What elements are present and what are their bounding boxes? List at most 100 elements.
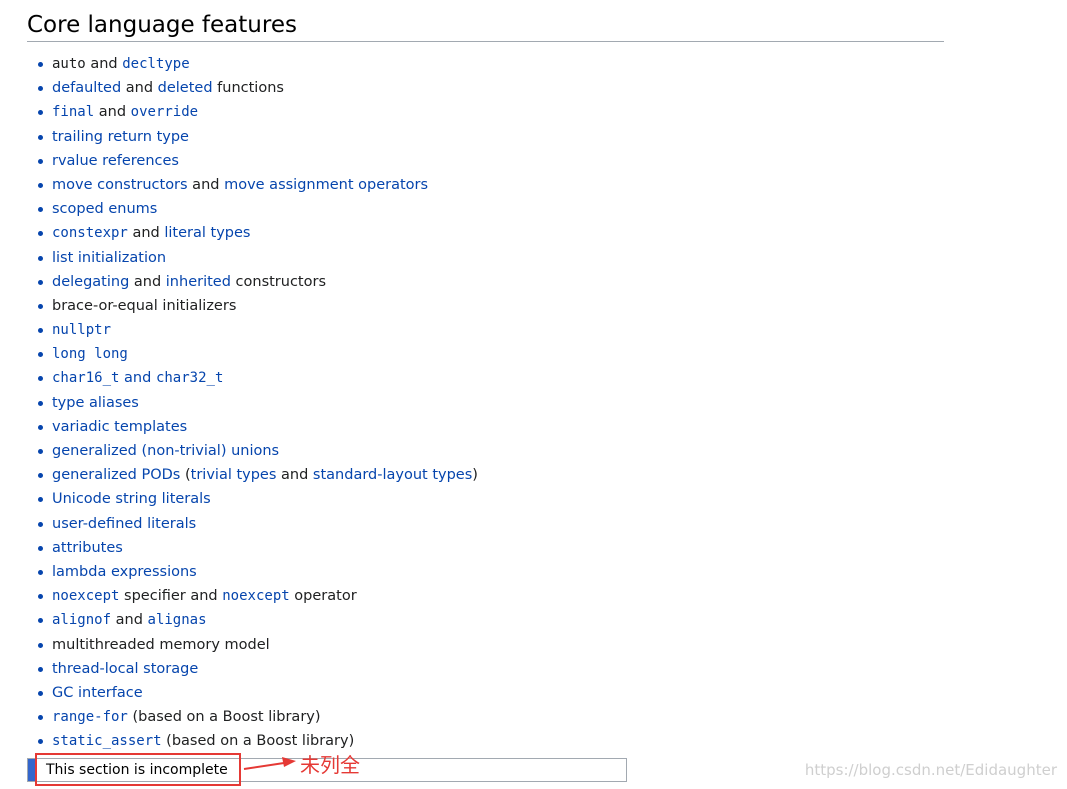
- feature-link[interactable]: list initialization: [52, 250, 166, 266]
- feature-link[interactable]: alignof: [52, 612, 111, 628]
- feature-link[interactable]: alignas: [148, 612, 207, 628]
- bullet-icon: [38, 739, 43, 745]
- feature-link[interactable]: char16_t: [52, 370, 119, 386]
- feature-link[interactable]: delegating: [52, 274, 129, 290]
- feature-item: delegating and inherited constructors: [38, 270, 478, 294]
- feature-item: long long: [38, 342, 478, 366]
- feature-link[interactable]: noexcept: [52, 588, 119, 604]
- feature-item: Unicode string literals: [38, 487, 478, 511]
- feature-item: brace-or-equal initializers: [38, 294, 478, 318]
- bullet-icon: [38, 110, 43, 116]
- feature-link[interactable]: attributes: [52, 540, 123, 556]
- feature-link[interactable]: range-for: [52, 709, 128, 725]
- watermark: https://blog.csdn.net/Edidaughter: [804, 761, 1057, 779]
- bullet-icon: [38, 545, 43, 551]
- bullet-icon: [38, 690, 43, 696]
- feature-item: generalized PODs (trivial types and stan…: [38, 463, 478, 487]
- feature-item: user-defined literals: [38, 512, 478, 536]
- bullet-icon: [38, 279, 43, 285]
- feature-item: constexpr and literal types: [38, 221, 478, 245]
- bullet-icon: [38, 62, 43, 67]
- bullet-icon: [38, 618, 43, 624]
- bullet-icon: [38, 231, 43, 237]
- feature-item: attributes: [38, 536, 478, 560]
- feature-text: and: [276, 467, 313, 484]
- feature-item: char16_t and char32_t: [38, 366, 478, 390]
- feature-text: operator: [289, 588, 357, 605]
- feature-link[interactable]: inherited: [166, 274, 231, 290]
- feature-item: auto and decltype: [38, 52, 478, 76]
- feature-link[interactable]: scoped enums: [52, 201, 157, 217]
- feature-link[interactable]: noexcept: [222, 588, 289, 604]
- feature-item: multithreaded memory model: [38, 633, 478, 657]
- feature-link[interactable]: standard-layout types: [313, 467, 472, 483]
- feature-item: alignof and alignas: [38, 608, 478, 632]
- feature-link[interactable]: static_assert: [52, 733, 162, 749]
- feature-link[interactable]: GC interface: [52, 685, 143, 701]
- feature-item: range-for (based on a Boost library): [38, 705, 478, 729]
- bullet-icon: [38, 594, 43, 600]
- feature-text: functions: [212, 80, 284, 97]
- bullet-icon: [38, 497, 43, 503]
- feature-link[interactable]: final: [52, 104, 94, 120]
- annotation-highlight-box: [35, 753, 241, 786]
- feature-link[interactable]: generalized PODs: [52, 467, 180, 483]
- feature-item: scoped enums: [38, 197, 478, 221]
- feature-list: auto and decltype defaulted and deleted f…: [38, 52, 478, 753]
- feature-text: and: [121, 80, 158, 97]
- feature-link[interactable]: lambda expressions: [52, 564, 197, 580]
- feature-link[interactable]: Unicode string literals: [52, 491, 211, 507]
- feature-item: move constructors and move assignment op…: [38, 173, 478, 197]
- feature-item: trailing return type: [38, 125, 478, 149]
- bullet-icon: [38, 642, 43, 648]
- bullet-icon: [38, 521, 43, 527]
- feature-link[interactable]: generalized (non-trivial) unions: [52, 443, 279, 459]
- feature-text: (: [180, 467, 191, 484]
- feature-text: and: [111, 612, 148, 629]
- feature-item: GC interface: [38, 681, 478, 705]
- bullet-icon: [38, 328, 43, 334]
- feature-link[interactable]: nullptr: [52, 322, 111, 338]
- feature-link[interactable]: type aliases: [52, 395, 139, 411]
- feature-link[interactable]: defaulted: [52, 80, 121, 96]
- feature-link[interactable]: char32_t: [156, 370, 223, 386]
- bullet-icon: [38, 376, 43, 382]
- feature-link[interactable]: trailing return type: [52, 129, 189, 145]
- feature-text: ): [472, 467, 478, 484]
- feature-text: specifier and: [119, 588, 223, 605]
- bullet-icon: [38, 715, 43, 721]
- feature-text: multithreaded memory model: [52, 636, 270, 653]
- feature-link[interactable]: move assignment operators: [224, 177, 428, 193]
- feature-item: lambda expressions: [38, 560, 478, 584]
- feature-link[interactable]: thread-local storage: [52, 661, 198, 677]
- bullet-icon: [38, 473, 43, 479]
- bullet-icon: [38, 569, 43, 575]
- bullet-icon: [38, 352, 43, 358]
- feature-item: nullptr: [38, 318, 478, 342]
- feature-link[interactable]: trivial types: [191, 467, 277, 483]
- feature-item: thread-local storage: [38, 657, 478, 681]
- bullet-icon: [38, 303, 43, 309]
- feature-link[interactable]: decltype: [122, 56, 189, 72]
- feature-item: rvalue references: [38, 149, 478, 173]
- bullet-icon: [38, 255, 43, 261]
- section-heading: Core language features: [27, 9, 944, 42]
- bullet-icon: [38, 400, 43, 406]
- feature-text: and: [94, 104, 131, 121]
- feature-link[interactable]: rvalue references: [52, 153, 179, 169]
- feature-link[interactable]: user-defined literals: [52, 516, 196, 532]
- feature-link[interactable]: override: [131, 104, 198, 120]
- feature-link[interactable]: literal types: [164, 225, 250, 241]
- feature-text: auto: [52, 56, 86, 72]
- feature-link[interactable]: constexpr: [52, 225, 128, 241]
- annotation-label: 未列全: [300, 753, 360, 777]
- feature-text: brace-or-equal initializers: [52, 297, 237, 314]
- feature-link[interactable]: move constructors: [52, 177, 188, 193]
- feature-link[interactable]: long long: [52, 346, 128, 362]
- feature-link[interactable]: variadic templates: [52, 419, 187, 435]
- bullet-icon: [38, 158, 43, 164]
- feature-text: and: [119, 370, 156, 387]
- feature-text: (based on a Boost library): [161, 733, 355, 750]
- feature-link[interactable]: deleted: [158, 80, 213, 96]
- bullet-icon: [38, 134, 43, 140]
